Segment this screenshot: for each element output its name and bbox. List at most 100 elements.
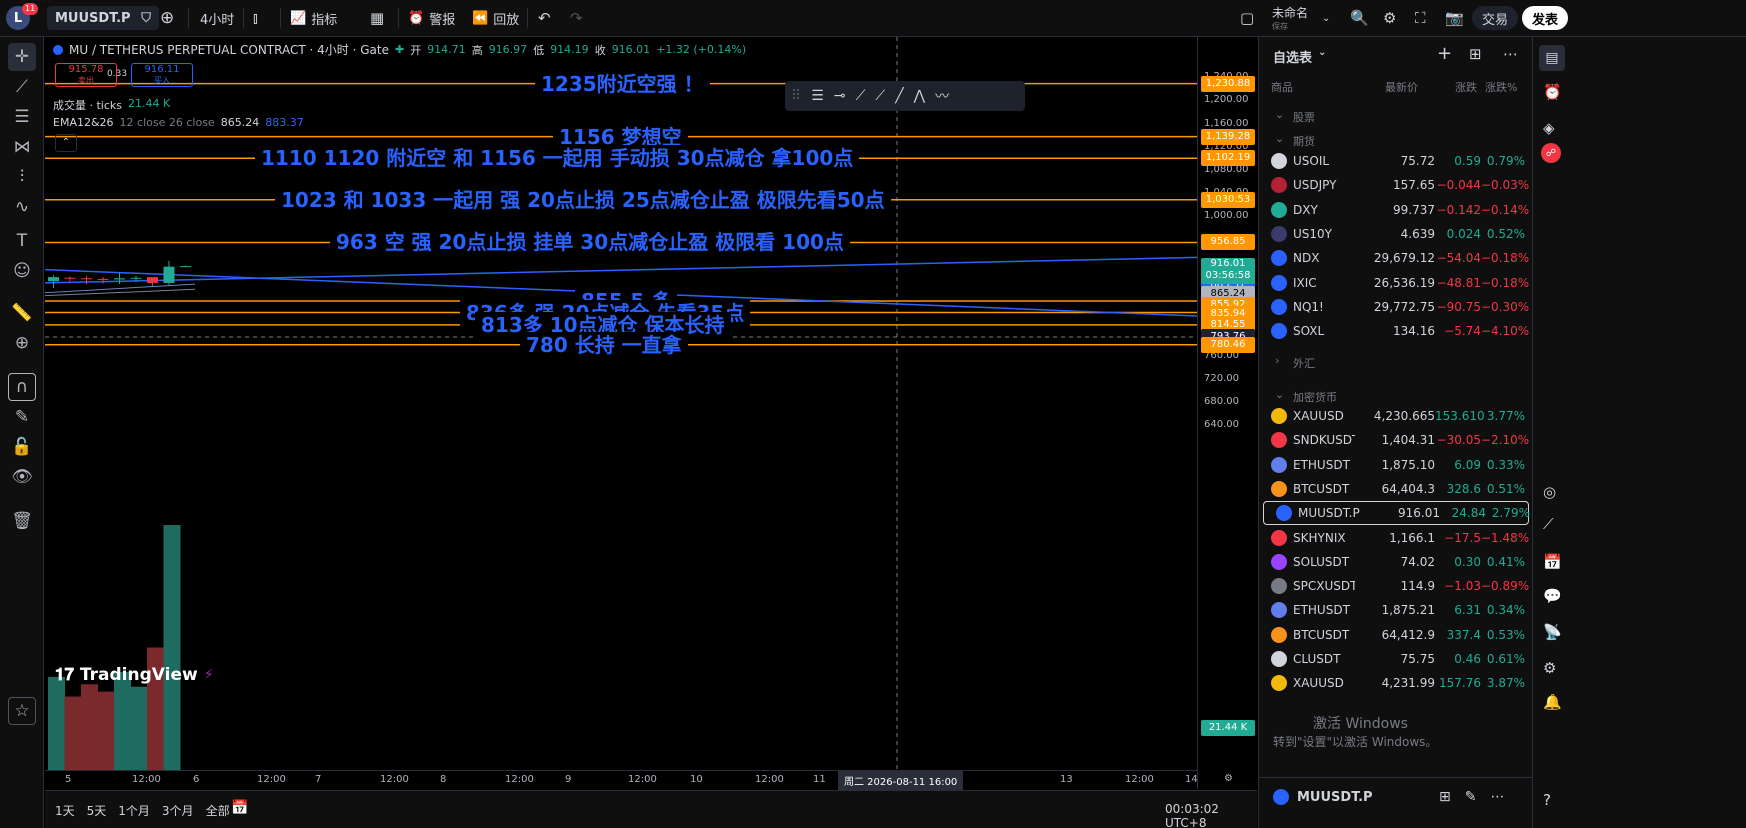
range-button[interactable]: 全部 <box>206 802 230 819</box>
alert-button[interactable]: ⏰ 警报 <box>408 6 455 30</box>
user-avatar[interactable]: L 11 <box>6 3 39 30</box>
watchlist-section[interactable]: 期货 <box>1293 133 1315 149</box>
watchlist-row[interactable]: NQ1! 29,772.75 −90.75 −0.30% <box>1259 295 1533 319</box>
time-axis[interactable]: 5 12:00 6 12:00 7 12:00 8 12:00 9 12:00 10 12:00 11 1… <box>45 770 1198 790</box>
watchlist-row[interactable]: BTCUSDT 64,412.9 337.4 0.53% <box>1259 623 1533 647</box>
watchlist-section[interactable]: 加密货币 <box>1293 389 1337 405</box>
col-symbol[interactable]: 商品 <box>1271 79 1293 95</box>
watchlist-row[interactable]: IXIC 26,536.19 −48.81 −0.18% <box>1259 271 1533 295</box>
watchlist-row[interactable]: USOIL 75.72 0.59 0.79% <box>1259 149 1533 173</box>
trash-icon[interactable]: 🗑 <box>8 507 36 535</box>
chart-icon[interactable]: ⟋ <box>1543 515 1554 533</box>
pattern-icon[interactable]: ⋈ <box>8 133 36 161</box>
more-options-icon[interactable]: ⋯ <box>1503 45 1518 63</box>
watchlist-row[interactable]: DXY 99.737 −0.142 −0.14% <box>1259 198 1533 222</box>
watchlist-row[interactable]: SNDKUSDT 1,404.31 −30.05 −2.10% <box>1259 428 1533 452</box>
calendar-icon[interactable]: 📅 <box>1543 553 1562 571</box>
watchlist-row[interactable]: USDJPY 157.65 −0.044 −0.03% <box>1259 173 1533 197</box>
watchlist-row[interactable]: XAUUSD 4,231.99 157.76 3.87% <box>1259 671 1533 695</box>
watchlist-title-button[interactable]: 自选表 ⌄ <box>1273 47 1326 66</box>
brush-icon[interactable]: ∿ <box>8 193 36 221</box>
edit-pencil-icon[interactable]: ✎ <box>1465 789 1477 805</box>
target-icon[interactable]: ◎ <box>1543 483 1556 501</box>
price-axis[interactable]: 1,240.001,200.001,160.001,120.001,080.00… <box>1197 37 1257 789</box>
crosshair-icon[interactable]: ✛ <box>8 43 36 71</box>
alerts-clock-icon[interactable]: ⏰ <box>1543 83 1562 101</box>
watchlist-row[interactable]: US10Y 4.639 0.024 0.52% <box>1259 222 1533 246</box>
pencil-lock-icon[interactable]: ✎ <box>8 403 36 431</box>
add-symbol-icon[interactable]: ⊕ <box>160 6 174 30</box>
advanced-view-icon[interactable]: ⊞ <box>1469 45 1482 63</box>
chevron-down-icon[interactable]: ⌄ <box>1322 6 1330 30</box>
text-icon[interactable]: T <box>8 227 36 255</box>
chart-pane[interactable]: MU / TETHERUS PERPETUAL CONTRACT · 4小时 ·… <box>45 37 1197 789</box>
watchlist-row[interactable]: NDX 29,679.12 −54.04 −0.18% <box>1259 246 1533 270</box>
redo-icon[interactable]: ↷ <box>570 6 583 30</box>
candle-type-icon[interactable]: ⫾ <box>253 6 258 30</box>
ruler-icon[interactable]: 📏 <box>8 299 36 327</box>
watchlist-row[interactable]: SOXL 134.16 −5.74 −4.10% <box>1259 319 1533 343</box>
publish-button[interactable]: 发表 <box>1522 6 1569 30</box>
templates-icon[interactable]: ▦ <box>370 6 384 30</box>
watchlist-row[interactable]: ETHUSDT 1,875.10 6.09 0.33% <box>1259 453 1533 477</box>
prediction-icon[interactable]: ⫶ <box>8 163 36 191</box>
watchlist-row[interactable]: ETHUSDT 1,875.21 6.31 0.34% <box>1259 598 1533 622</box>
drag-handle-icon[interactable]: ⠿ <box>791 88 801 104</box>
trend-line-icon[interactable]: ⟋ <box>8 73 36 101</box>
section-chevron-icon[interactable]: ⌄ <box>1275 388 1284 401</box>
goto-date-calendar-icon[interactable]: 📅 <box>231 800 248 816</box>
add-symbol-plus-icon[interactable]: + <box>1437 43 1452 64</box>
annotation-text[interactable]: 1235附近空强 ！ <box>535 70 710 97</box>
watchlist-row[interactable]: XAUUSD 4,230.665 153.610 3.77% <box>1259 404 1533 428</box>
lock-icon[interactable]: 🔓 <box>8 433 36 461</box>
annotation-text[interactable]: 780 长持 一直拿 <box>520 331 688 358</box>
tradingview-logo[interactable]: 𝟏𝟕 TradingView ⚡ <box>55 665 214 685</box>
settings-gear-icon[interactable]: ⚙ <box>1383 6 1396 30</box>
buy-button[interactable]: 916.11 买入 <box>131 63 193 87</box>
collapse-legend-chevron-icon[interactable]: ⌃ <box>55 134 77 152</box>
camera-icon[interactable]: 📷 <box>1445 6 1464 30</box>
zoom-in-icon[interactable]: ⊕ <box>8 329 36 357</box>
bell-icon[interactable]: 🔔 <box>1543 693 1562 711</box>
trend-angle-icon[interactable]: ⟋ <box>856 88 866 104</box>
range-button[interactable]: 1天 <box>55 802 75 819</box>
indicators-button[interactable]: 📈 指标 <box>290 6 337 30</box>
watchlist-row[interactable]: SKHYNIX 1,166.1 −17.5 −1.48% <box>1259 526 1533 550</box>
elliott-wave-icon[interactable]: 〰 <box>935 86 949 106</box>
emoji-icon[interactable]: ☺ <box>8 257 36 285</box>
horizontal-lines-icon[interactable]: ☰ <box>811 88 824 104</box>
annotation-text[interactable]: 1023 和 1033 一起用 强 20点止损 25点减仓止盈 极限先看50点 <box>275 186 891 213</box>
range-button[interactable]: 3个月 <box>162 802 194 819</box>
broadcast-icon[interactable]: 📡 <box>1543 623 1562 641</box>
clock-timezone[interactable]: 00:03:02 UTC+8 <box>1165 802 1257 828</box>
col-change-pct[interactable]: 涨跌% <box>1485 79 1517 95</box>
watchlist-section[interactable]: 外汇 <box>1293 355 1315 371</box>
eye-icon[interactable]: 👁 <box>8 463 36 491</box>
interval-button[interactable]: 4小时 <box>200 6 234 30</box>
layout-name-button[interactable]: 未命名 保存 <box>1272 4 1308 31</box>
section-chevron-icon[interactable]: › <box>1275 354 1279 367</box>
trade-button[interactable]: 交易 <box>1472 6 1519 30</box>
fullscreen-icon[interactable]: ⛶ <box>1415 6 1426 30</box>
undo-icon[interactable]: ↶ <box>538 6 551 30</box>
watchlist-icon[interactable]: ▤ <box>1539 45 1565 71</box>
watchlist-row[interactable]: MUUSDT.P 916.01 24.84 2.79% <box>1263 501 1530 526</box>
section-chevron-icon[interactable]: ⌄ <box>1275 132 1284 145</box>
layers-icon[interactable]: ◈ <box>1543 119 1555 137</box>
chat-icon[interactable]: ☍ <box>1541 143 1561 163</box>
watchlist-row[interactable]: CLUSDT 75.75 0.46 0.61% <box>1259 647 1533 671</box>
fib-icon[interactable]: ☰ <box>8 103 36 131</box>
ray-icon[interactable]: ⟋ <box>875 88 885 104</box>
more-options-icon[interactable]: ⋯ <box>1490 789 1504 805</box>
horizontal-ray-icon[interactable]: ⊸ <box>834 88 846 104</box>
col-change[interactable]: 涨跌 <box>1455 79 1477 95</box>
symbol-search-button[interactable]: MUUSDT.P ⛉ <box>47 6 159 30</box>
help-icon[interactable]: ? <box>1543 791 1551 809</box>
grid-icon[interactable]: ⊞ <box>1439 789 1451 805</box>
range-button[interactable]: 1个月 <box>118 802 150 819</box>
annotation-text[interactable]: 1110 1120 附近空 和 1156 一起用 手动损 30点减仓 拿100点 <box>255 145 860 172</box>
watchlist-section[interactable]: 股票 <box>1293 109 1315 125</box>
section-chevron-icon[interactable]: ⌄ <box>1275 108 1284 121</box>
details-symbol[interactable]: MUUSDT.P <box>1273 789 1373 805</box>
watchlist-row[interactable]: BTCUSDT 64,404.3 328.6 0.51% <box>1259 477 1533 501</box>
